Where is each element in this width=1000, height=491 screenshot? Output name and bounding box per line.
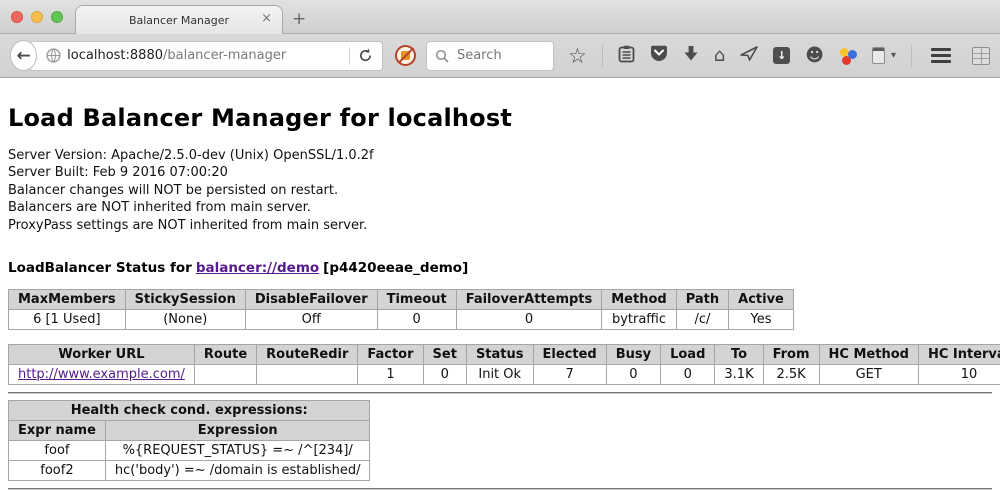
table-header-row: Worker URL Route RouteRedir Factor Set S…	[9, 345, 1000, 365]
tab-title: Balancer Manager	[129, 14, 229, 27]
proxypass-notice-line: ProxyPass settings are NOT inherited fro…	[8, 217, 992, 234]
window-controls	[11, 11, 63, 23]
minimize-window-button[interactable]	[31, 11, 43, 23]
new-tab-button[interactable]: +	[292, 9, 306, 29]
persist-notice-line: Balancer changes will NOT be persisted o…	[8, 182, 992, 199]
balancer-settings-table: MaxMembers StickySession DisableFailover…	[8, 289, 794, 330]
zoom-window-button[interactable]	[51, 11, 63, 23]
table-row: foof2 hc('body') =~ /domain is establish…	[9, 461, 370, 481]
globe-icon	[46, 48, 61, 63]
url-path: /balancer-manager	[163, 48, 286, 63]
bookmark-star-icon[interactable]: ☆	[568, 47, 587, 65]
server-version-line: Server Version: Apache/2.5.0-dev (Unix) …	[8, 147, 992, 164]
emoji-extension-icon[interactable]: ☻	[805, 47, 824, 65]
loadbalancer-status-heading: LoadBalancer Status forbalancer://demo[p…	[8, 260, 992, 276]
health-check-expressions-table: Health check cond. expressions: Expr nam…	[8, 400, 370, 481]
table-row: foof %{REQUEST_STATUS} =~ /^[234]/	[9, 441, 370, 461]
table-header-row: MaxMembers StickySession DisableFailover…	[9, 290, 794, 310]
browser-tab[interactable]: Balancer Manager ×	[75, 5, 283, 34]
table-header-row: Expr name Expression	[9, 421, 370, 441]
back-icon: ←	[16, 46, 30, 66]
send-plane-icon[interactable]	[740, 46, 758, 66]
table-row: 6 [1 Used] (None) Off 0 0 bytraffic /c/ …	[9, 310, 794, 330]
page-content: Load Balancer Manager for localhost Serv…	[0, 104, 1000, 490]
close-window-button[interactable]	[11, 11, 23, 23]
toolbar-divider	[602, 45, 603, 67]
back-button[interactable]: ←	[10, 40, 37, 71]
url-text[interactable]: localhost:8880/balancer-manager	[67, 48, 343, 63]
downloads-icon[interactable]	[683, 45, 699, 66]
tab-close-icon[interactable]: ×	[261, 12, 272, 26]
inherit-notice-line: Balancers are NOT inherited from main se…	[8, 199, 992, 216]
chevron-down-icon[interactable]: ▾	[891, 50, 896, 61]
table-row: http://www.example.com/ 1 0 Init Ok 7 0 …	[9, 365, 1000, 385]
navigation-toolbar: ← localhost:8880/balancer-manager ☆ ⌂	[0, 34, 1000, 78]
table-title-row: Health check cond. expressions:	[9, 401, 370, 421]
urlbar-divider	[349, 47, 350, 65]
server-info: Server Version: Apache/2.5.0-dev (Unix) …	[8, 147, 992, 234]
search-icon	[435, 49, 449, 63]
server-built-line: Server Built: Feb 9 2016 07:00:20	[8, 164, 992, 181]
battery-extension-icon[interactable]	[872, 47, 885, 64]
titlebar: Balancer Manager × +	[0, 0, 1000, 34]
section-divider	[8, 392, 992, 394]
colored-dots-extension-icon[interactable]	[839, 47, 857, 65]
home-icon[interactable]: ⌂	[714, 47, 725, 65]
menu-icon[interactable]	[931, 48, 951, 63]
pocket-icon[interactable]	[650, 45, 668, 66]
flashblock-icon[interactable]	[395, 45, 416, 66]
worker-url-link[interactable]: http://www.example.com/	[18, 367, 185, 382]
reading-list-icon[interactable]	[618, 45, 635, 67]
balancer-demo-link[interactable]: balancer://demo	[196, 260, 319, 276]
page-title: Load Balancer Manager for localhost	[8, 104, 992, 132]
download-extension-icon[interactable]: ↓	[773, 47, 790, 64]
worker-status-table: Worker URL Route RouteRedir Factor Set S…	[8, 344, 1000, 385]
reload-icon	[358, 48, 373, 63]
grid-extension-icon[interactable]	[972, 47, 990, 65]
page-bottom-divider	[8, 488, 992, 490]
url-bar[interactable]: localhost:8880/balancer-manager	[29, 41, 383, 71]
search-input[interactable]	[455, 47, 545, 64]
url-domain: localhost:8880	[67, 48, 163, 63]
search-bar[interactable]	[426, 41, 554, 71]
reload-button[interactable]	[356, 46, 376, 66]
toolbar-divider	[911, 45, 912, 67]
